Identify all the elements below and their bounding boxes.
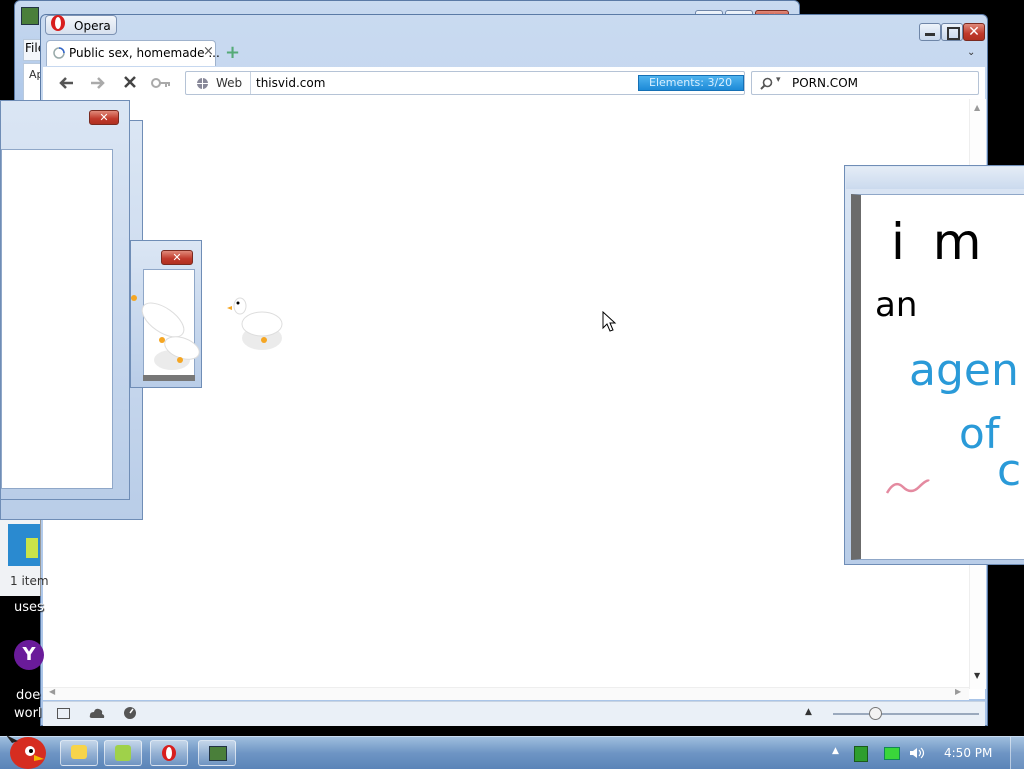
popup-window-front: ✕ [0,100,130,500]
status-bar: ▲ [43,701,985,726]
drawing-line-4: of [959,409,1000,458]
search-icon [760,77,773,90]
yahoo-icon[interactable]: Y [14,640,44,670]
tab-close-icon[interactable]: × [203,44,214,59]
search-value[interactable]: PORN.COM [792,76,858,90]
speed-dial-icon[interactable] [123,706,137,720]
address-bar[interactable]: Web thisvid.com Elements: 3/20 [185,71,745,95]
taskbar-goose-button[interactable] [104,740,142,766]
forward-arrow-icon[interactable] [89,75,107,91]
clock[interactable]: 4:50 PM [944,746,992,760]
goose-icon[interactable] [226,294,290,358]
taskbar-window-button[interactable] [198,740,236,766]
minimize-button[interactable] [919,23,941,41]
scroll-left-arrow-icon[interactable]: ◀ [49,687,55,696]
zoom-slider[interactable] [833,713,979,715]
maximize-button[interactable] [941,23,963,41]
search-engine-chevron-down-icon[interactable]: ▾ [776,75,781,85]
close-button[interactable]: ✕ [963,23,985,41]
tab-list-chevron-icon[interactable]: ⌄ [967,47,975,58]
opera-menu-button[interactable]: Opera [45,15,117,35]
tab-title: Public sex, homemade ... [69,46,220,60]
url-text[interactable]: thisvid.com [256,76,325,90]
item-count: 1 item [10,574,49,588]
desktop-text-world: worl [14,706,42,721]
web-label: Web [216,76,243,90]
new-tab-button[interactable]: + [225,42,240,63]
key-icon[interactable] [151,77,171,89]
panel-toggle-icon[interactable] [57,708,70,719]
tray-app-icon[interactable] [854,746,868,762]
desktop-text-uses: uses [14,600,44,615]
toolbar: Web thisvid.com Elements: 3/20 ▾ PORN.CO… [43,67,985,99]
view-up-arrow-icon[interactable]: ▲ [805,707,812,717]
pink-squiggle-icon [885,479,930,494]
goose-app-icon [115,745,131,761]
tab-current[interactable]: Public sex, homemade ... × [46,40,220,66]
horizontal-scrollbar[interactable]: ◀ ▶ [43,687,969,700]
zoom-slider-thumb[interactable] [869,707,882,720]
scroll-right-arrow-icon[interactable]: ▶ [955,687,961,696]
loading-spinner-icon [53,47,65,59]
close-icon: ✕ [968,24,980,40]
app-title: Opera [74,19,111,33]
taskbar-explorer-button[interactable] [60,740,98,766]
taskbar-opera-button[interactable] [150,740,188,766]
opera-logo-icon [51,15,65,31]
scroll-up-arrow-icon[interactable]: ▲ [974,103,980,112]
cursor-icon [602,311,617,332]
angry-bird-icon[interactable] [4,731,50,769]
desktop-text-does: doe [16,688,41,703]
popup-front-close-button[interactable]: ✕ [89,110,119,125]
file-thumbnail[interactable] [8,524,40,566]
folder-icon [71,745,87,759]
tray-expand-icon[interactable]: ▲ [832,746,839,756]
stop-icon[interactable] [123,75,137,89]
explorer-icon [21,7,39,25]
opera-logo-icon [162,745,176,761]
search-field[interactable]: ▾ PORN.COM [751,71,979,95]
drawing-line-1: i m [891,213,988,271]
volume-icon[interactable] [908,746,926,760]
goose-popup-close-button[interactable]: ✕ [161,250,193,265]
cloud-icon[interactable] [89,708,105,719]
explorer-icon [209,746,227,761]
scroll-down-arrow-icon[interactable]: ▼ [974,671,980,680]
globe-icon [197,78,208,89]
minimize-icon [925,33,935,36]
drawing-window: i m an agen of c [844,165,1024,565]
drawing-line-3: agen [909,345,1019,396]
drawing-line-5: c [997,445,1022,496]
goose-icon[interactable] [128,290,208,380]
network-icon[interactable] [884,747,900,760]
maximize-icon [947,27,960,40]
elements-progress: Elements: 3/20 [638,75,744,91]
show-desktop-button[interactable] [1010,737,1024,769]
popup-front-body [1,149,113,489]
drawing-canvas[interactable]: i m an agen of c [851,194,1024,560]
explorer-item-pane: 1 item [0,520,49,596]
back-arrow-icon[interactable] [57,75,75,91]
drawing-line-2: an [875,285,918,325]
taskbar: ▲ 4:50 PM [0,735,1024,769]
